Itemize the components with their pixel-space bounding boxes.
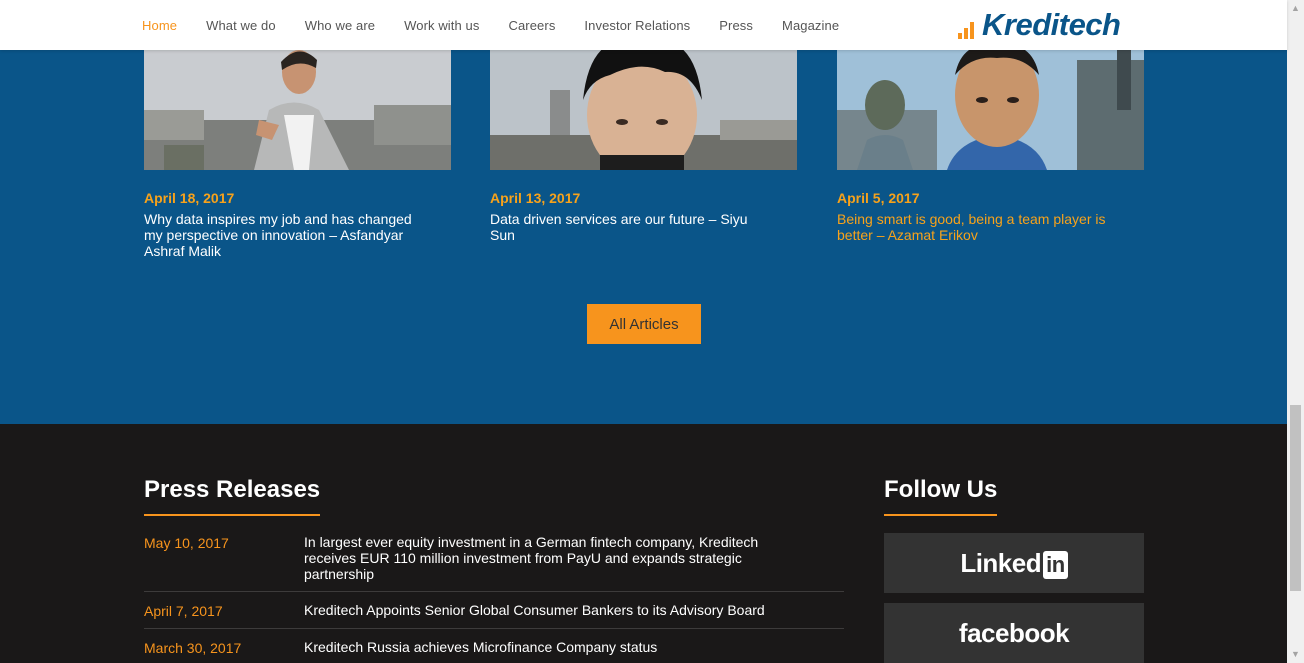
article-photo[interactable]	[144, 50, 451, 170]
press-release-title[interactable]: Kreditech Russia achieves Microfinance C…	[304, 639, 804, 656]
footer-section: Press Releases May 10, 2017 In largest e…	[0, 424, 1287, 663]
follow-us-heading: Follow Us	[884, 476, 998, 516]
press-release-row[interactable]: March 30, 2017 Kreditech Russia achieves…	[144, 629, 844, 663]
article-date: April 5, 2017	[837, 190, 920, 206]
nav-item-who-we-are[interactable]: Who we are	[305, 18, 375, 33]
nav-item-magazine[interactable]: Magazine	[782, 18, 839, 33]
article-photo[interactable]	[490, 50, 797, 170]
press-release-title[interactable]: In largest ever equity investment in a G…	[304, 534, 804, 582]
signal-bars-icon	[958, 17, 976, 39]
articles-section: April 18, 2017 Why data inspires my job …	[0, 50, 1287, 424]
scrollbar-thumb[interactable]	[1290, 405, 1301, 591]
all-articles-button[interactable]: All Articles	[587, 304, 701, 344]
press-release-date: April 7, 2017	[144, 603, 223, 619]
press-release-date: March 30, 2017	[144, 640, 242, 656]
linkedin-wordmark: Linked	[960, 547, 1042, 578]
nav-item-press[interactable]: Press	[719, 18, 753, 33]
linkedin-in-badge: in	[1043, 550, 1068, 579]
scroll-down-arrow-icon[interactable]: ▼	[1287, 646, 1304, 663]
top-navigation-bar: Home What we do Who we are Work with us …	[0, 0, 1287, 50]
press-release-row[interactable]: May 10, 2017 In largest ever equity inve…	[144, 530, 844, 592]
article-title[interactable]: Why data inspires my job and has changed…	[144, 211, 414, 259]
article-date: April 13, 2017	[490, 190, 581, 206]
article-card[interactable]: April 18, 2017 Why data inspires my job …	[144, 50, 451, 259]
facebook-logo: facebook	[958, 617, 1070, 648]
scroll-up-arrow-icon[interactable]: ▲	[1287, 0, 1304, 17]
nav-item-work-with-us[interactable]: Work with us	[404, 18, 479, 33]
article-card[interactable]: April 5, 2017 Being smart is good, being…	[837, 50, 1144, 243]
press-release-row[interactable]: April 7, 2017 Kreditech Appoints Senior …	[144, 592, 844, 629]
press-release-date: May 10, 2017	[144, 535, 229, 551]
kreditech-logo[interactable]: Kreditech	[958, 7, 1121, 42]
article-title[interactable]: Data driven services are our future – Si…	[490, 211, 760, 243]
nav-item-careers[interactable]: Careers	[508, 18, 555, 33]
article-photo[interactable]	[837, 50, 1144, 170]
main-nav: Home What we do Who we are Work with us …	[142, 0, 868, 50]
nav-item-investor-relations[interactable]: Investor Relations	[584, 18, 690, 33]
facebook-button[interactable]: facebook	[884, 603, 1144, 663]
press-releases-list: May 10, 2017 In largest ever equity inve…	[144, 530, 844, 663]
page-scrollbar[interactable]: ▲ ▼	[1287, 0, 1304, 663]
article-date: April 18, 2017	[144, 190, 235, 206]
linkedin-logo: Linked in	[960, 547, 1068, 579]
nav-item-home[interactable]: Home	[142, 18, 177, 33]
article-card[interactable]: April 13, 2017 Data driven services are …	[490, 50, 797, 243]
press-release-title[interactable]: Kreditech Appoints Senior Global Consume…	[304, 602, 804, 619]
linkedin-button[interactable]: Linked in	[884, 533, 1144, 593]
nav-item-what-we-do[interactable]: What we do	[206, 18, 276, 33]
press-releases-heading: Press Releases	[144, 476, 321, 516]
logo-wordmark: Kreditech	[982, 7, 1121, 42]
article-title[interactable]: Being smart is good, being a team player…	[837, 211, 1107, 243]
